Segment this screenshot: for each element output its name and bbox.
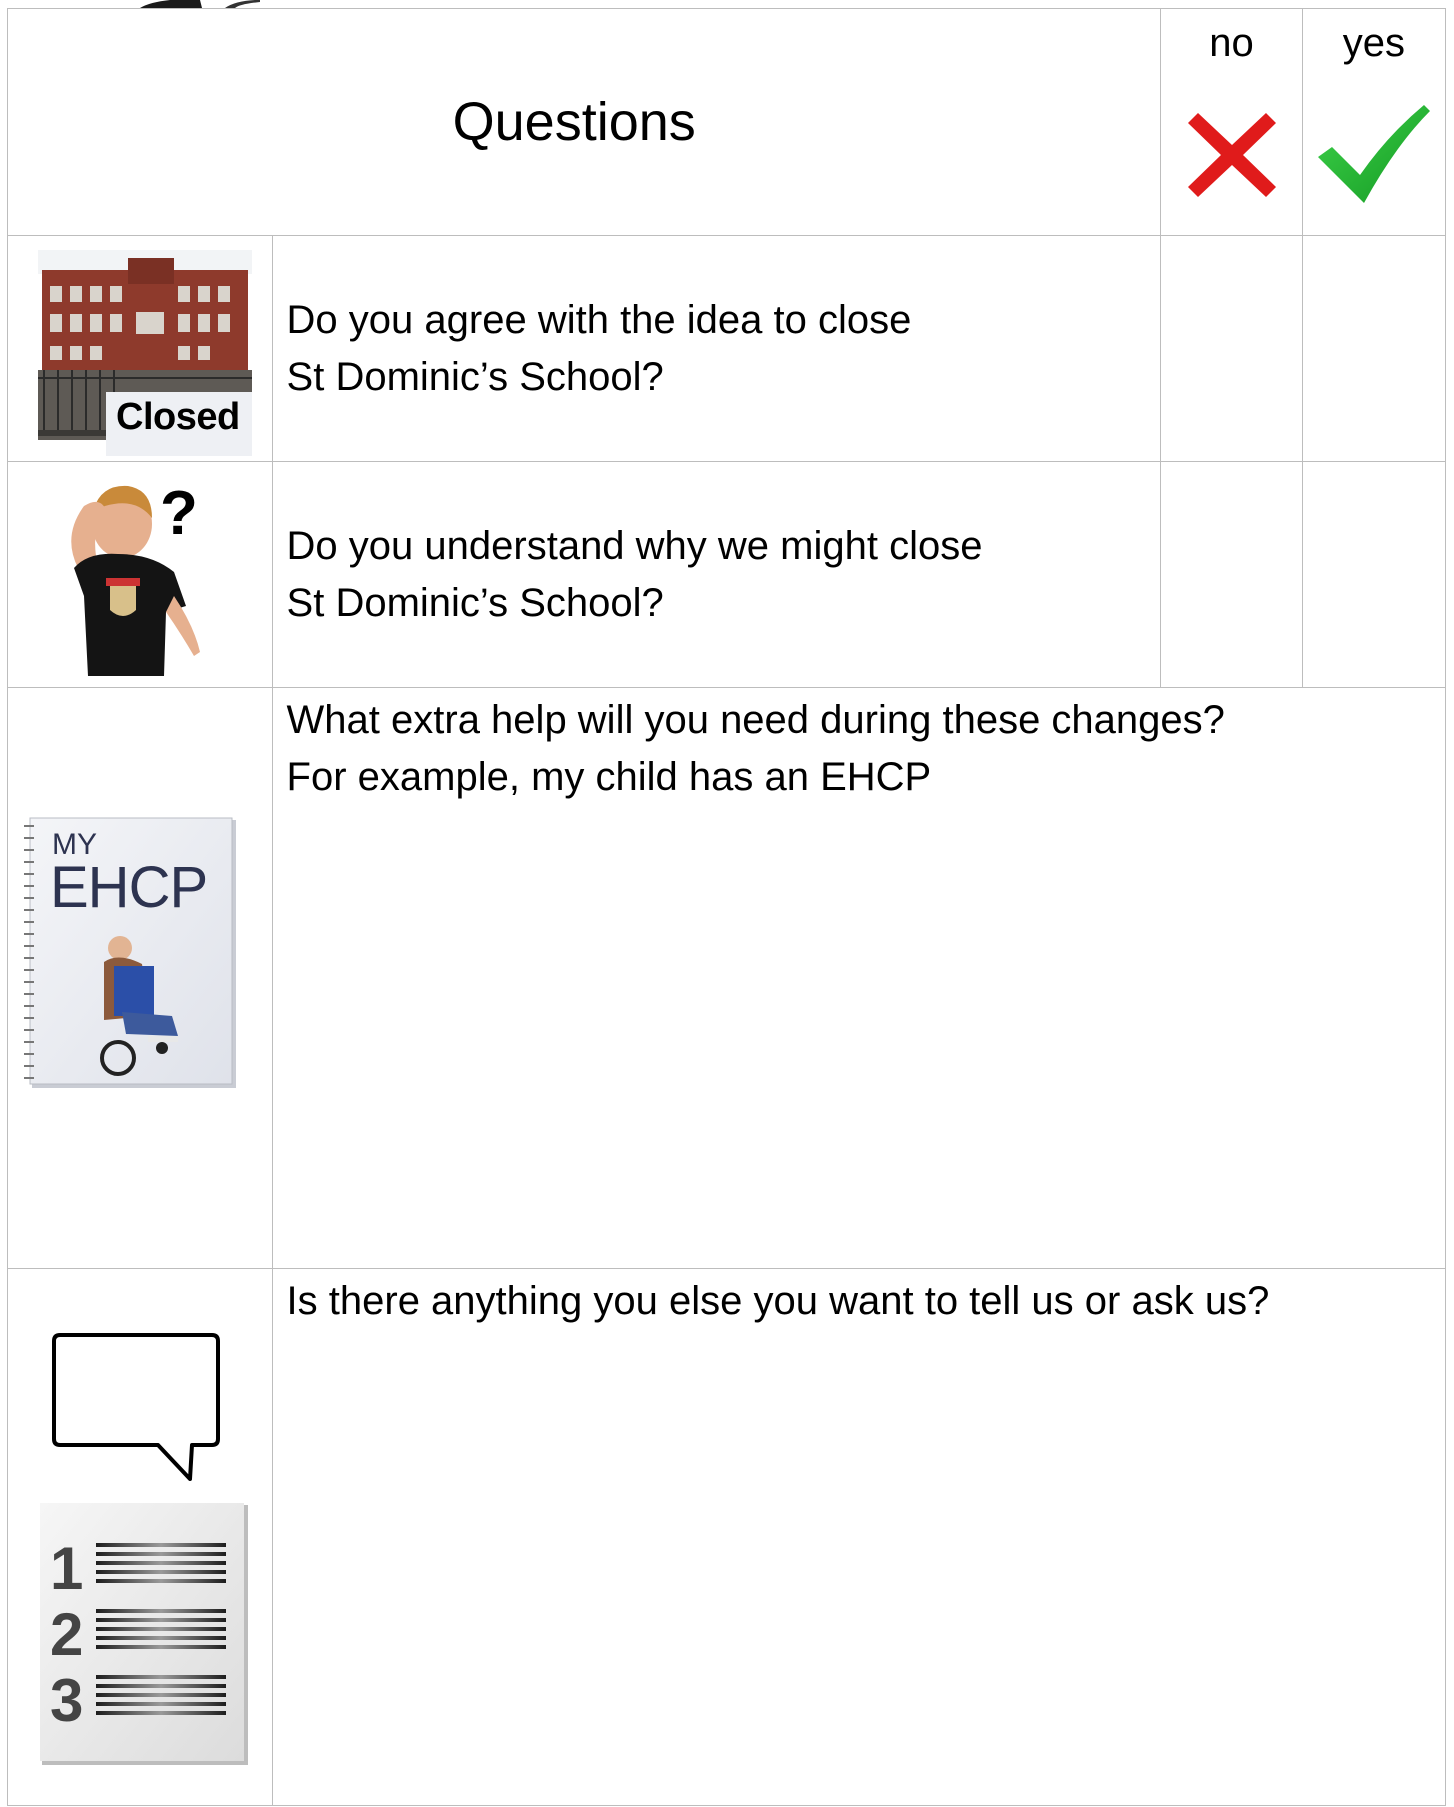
svg-text:2: 2 [50,1601,83,1668]
yes-header-cell: yes [1301,8,1447,236]
page-title: Questions [452,92,696,152]
no-label: no [1209,21,1254,65]
question-row-4: 1 2 3 Is there anything you else you wan… [7,1268,1447,1806]
question-3-line-1: What extra help will you need during the… [286,698,1225,742]
svg-text:3: 3 [50,1667,83,1734]
header-title-cell: Questions [6,8,1162,236]
question-3-text-cell[interactable]: What extra help will you need during the… [271,687,1447,1269]
cross-icon [1187,113,1276,197]
question-row-1: Closed Do you agree with the idea to clo… [7,235,1447,462]
question-3-image-cell: MY EHCP [7,687,273,1269]
question-2-image-cell: ? [7,461,273,688]
question-4-image-cell: 1 2 3 [7,1268,273,1806]
questionnaire-table: Questions no yes Closed Do you agree wit… [6,8,1447,1806]
question-row-3: MY EHCP What extra help will you need du… [7,687,1447,1269]
closed-label: Closed [116,396,240,438]
header-row: Questions no yes [6,8,1447,236]
svg-text:?: ? [160,479,198,548]
no-header-cell: no [1160,8,1303,236]
question-2-line-1: Do you understand why we might close [286,523,983,568]
question-4-text-cell[interactable]: Is there anything you else you want to t… [271,1268,1447,1806]
ehcp-label: EHCP [50,855,208,920]
question-1-yes-answer[interactable] [1301,235,1447,462]
confused-person-picture: ? [71,479,200,676]
question-1-image-cell: Closed [7,235,273,462]
question-1-text-cell: Do you agree with the idea to close St D… [271,235,1162,462]
question-2-yes-answer[interactable] [1301,461,1447,688]
question-row-2: ? Do you understand why we might close S… [7,461,1447,688]
question-1-line-2: St Dominic’s School? [286,354,664,399]
tick-icon [1317,105,1430,203]
question-2-text-cell: Do you understand why we might close St … [271,461,1162,688]
question-1-line-1: Do you agree with the idea to close [286,297,912,342]
speech-bubble-icon [52,1333,220,1481]
svg-text:1: 1 [50,1535,83,1602]
question-1-no-answer[interactable] [1160,235,1303,462]
question-2-no-answer[interactable] [1160,461,1303,688]
cropped-image-fragment [140,0,260,8]
question-3-line-2: For example, my child has an EHCP [286,755,932,799]
numbered-list-icon: 1 2 3 [40,1503,248,1765]
question-4-line-1: Is there anything you else you want to t… [286,1279,1270,1323]
yes-label: yes [1342,21,1405,65]
question-2-line-2: St Dominic’s School? [286,580,664,625]
